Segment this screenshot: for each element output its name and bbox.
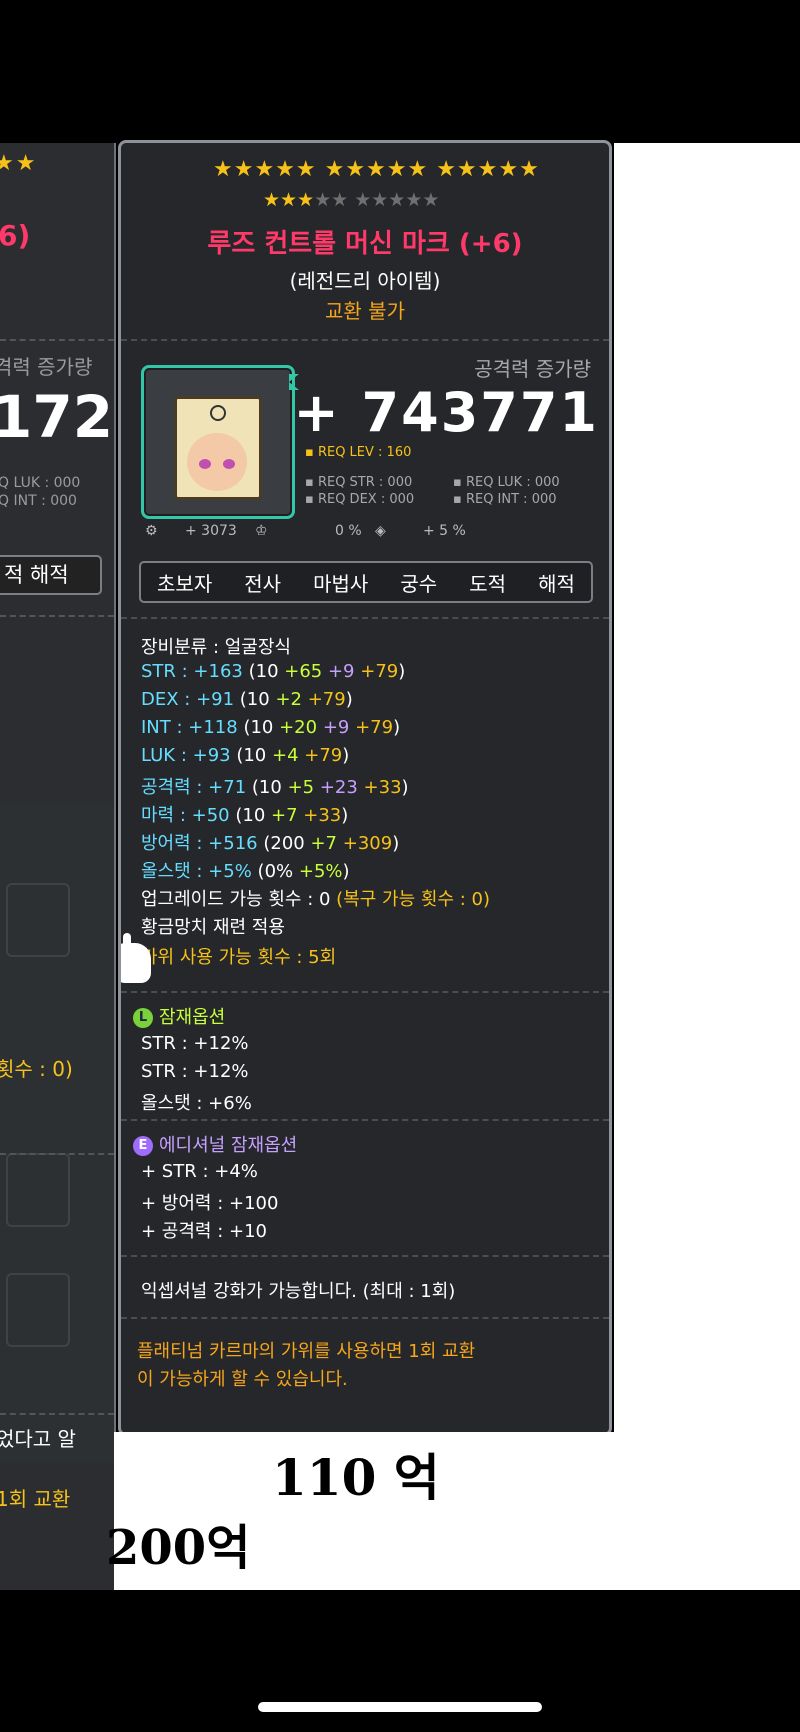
- misc-value-1: + 3073: [185, 523, 237, 539]
- attack-increase-label: 공격력 증가량: [474, 357, 591, 381]
- epic-badge-icon: E: [133, 1136, 153, 1156]
- item-icon: [141, 365, 295, 519]
- left-stars: ★★: [0, 151, 38, 176]
- left-req-luk: Q LUK : 000: [0, 475, 81, 491]
- left-item-name: 6): [0, 219, 31, 252]
- trade-status: 교환 불가: [325, 299, 405, 323]
- additional-potential-title: 에디셔널 잠재옵션: [159, 1135, 298, 1156]
- left-item-tooltip: ★★ 6) 격력 증가량 172 Q LUK : 000 Q INT : 000…: [0, 143, 116, 1590]
- face-mask-icon: [174, 396, 262, 500]
- starforce-stars-row2: ★★★★★ ★★★★★: [263, 189, 439, 211]
- job-beginner: 초보자: [157, 571, 213, 596]
- job-pirate: 해적: [538, 571, 575, 596]
- wrench-icon: ⚙: [145, 523, 158, 539]
- stat-line: 올스탯 : +5% (0% +5%): [141, 861, 350, 882]
- left-notice-text: 었다고 알: [0, 1427, 76, 1451]
- scissors-count: 가위 사용 가능 횟수 : 5회: [141, 947, 337, 968]
- req-str: ▪ REQ STR : 000: [305, 475, 413, 490]
- additional-potential-line: + 방어력 : +100: [141, 1193, 279, 1214]
- inventory-slot: [6, 883, 70, 957]
- potential-line: STR : +12%: [141, 1033, 249, 1054]
- left-job-list: 적 해적: [0, 555, 102, 595]
- platinum-scissors-notice-2: 이 가능하게 할 수 있습니다.: [137, 1369, 348, 1390]
- item-tooltip: ★★★★★ ★★★★★ ★★★★★ ★★★★★ ★★★★★ 루즈 컨트롤 머신 …: [118, 140, 612, 1436]
- left-trade-text: 1회 교환: [0, 1487, 71, 1511]
- starforce-stars-row1: ★★★★★ ★★★★★ ★★★★★: [213, 157, 540, 182]
- legendary-badge-icon: L: [133, 1008, 153, 1028]
- shield-icon: ◈: [375, 523, 386, 539]
- req-level: ▪ REQ LEV : 160: [305, 445, 412, 460]
- req-int: ▪ REQ INT : 000: [453, 492, 557, 507]
- job-thief: 도적: [469, 571, 507, 596]
- job-warrior: 전사: [244, 571, 282, 596]
- stars-empty: ★★ ★★★★★: [314, 189, 440, 211]
- attack-increase-value: + 743771: [293, 381, 599, 444]
- additional-potential-header: E 에디셔널 잠재옵션: [133, 1131, 297, 1157]
- item-grade: (레전드리 아이템): [289, 269, 441, 293]
- potential-line: STR : +12%: [141, 1061, 249, 1082]
- req-dex: ▪ REQ DEX : 000: [305, 492, 415, 507]
- stat-line: 방어력 : +516 (200 +7 +309): [141, 833, 400, 854]
- job-magician: 마법사: [313, 571, 369, 596]
- left-attack-increase-label: 격력 증가량: [0, 355, 93, 379]
- handwritten-price-110: 110 억: [272, 1448, 440, 1507]
- additional-potential-line: + 공격력 : +10: [141, 1221, 267, 1242]
- inventory-slot: [6, 1273, 70, 1347]
- upgrade-count: 업그레이드 가능 횟수 : 0 (복구 가능 횟수 : 0): [141, 889, 490, 910]
- left-req-int: Q INT : 000: [0, 493, 77, 509]
- job-list: 초보자 전사 마법사 궁수 도적 해적: [139, 561, 593, 603]
- handwritten-price-200: 200억: [106, 1520, 251, 1576]
- stat-line: 공격력 : +71 (10 +5 +23 +33): [141, 777, 409, 798]
- home-indicator[interactable]: [258, 1702, 542, 1712]
- potential-title: 잠재옵션: [159, 1007, 226, 1028]
- potential-header: L 잠재옵션: [133, 1003, 225, 1029]
- stat-line: DEX : +91 (10 +2 +79): [141, 689, 353, 710]
- stars-filled: ★★★: [263, 189, 315, 211]
- stat-line: STR : +163 (10 +65 +9 +79): [141, 661, 406, 682]
- potential-line: 올스탯 : +6%: [141, 1093, 252, 1114]
- golden-hammer: 황금망치 재련 적용: [141, 917, 285, 938]
- white-background: [614, 143, 800, 1590]
- additional-potential-line: + STR : +4%: [141, 1161, 258, 1182]
- cursor-hand-icon: [121, 933, 151, 983]
- stat-line: INT : +118 (10 +20 +9 +79): [141, 717, 401, 738]
- left-restore-count: 횟수 : 0): [0, 1057, 73, 1081]
- stat-line: 마력 : +50 (10 +7 +33): [141, 805, 349, 826]
- item-name: 루즈 컨트롤 머신 마크 (+6): [207, 229, 523, 259]
- job-archer: 궁수: [400, 571, 438, 596]
- equip-category: 장비분류 : 얼굴장식: [141, 637, 291, 658]
- misc-value-3: + 5 %: [423, 523, 466, 539]
- exceptional-notice: 익셉셔널 강화가 가능합니다. (최대 : 1회): [141, 1281, 456, 1302]
- platinum-scissors-notice-1: 플래티넘 카르마의 가위를 사용하면 1회 교환: [137, 1341, 476, 1362]
- misc-value-2: 0 %: [335, 523, 362, 539]
- crown-icon: ♔: [255, 523, 268, 539]
- req-luk: ▪ REQ LUK : 000: [453, 475, 560, 490]
- inventory-slot: [6, 1153, 70, 1227]
- stat-line: LUK : +93 (10 +4 +79): [141, 745, 350, 766]
- left-attack-increase-value: 172: [0, 383, 114, 451]
